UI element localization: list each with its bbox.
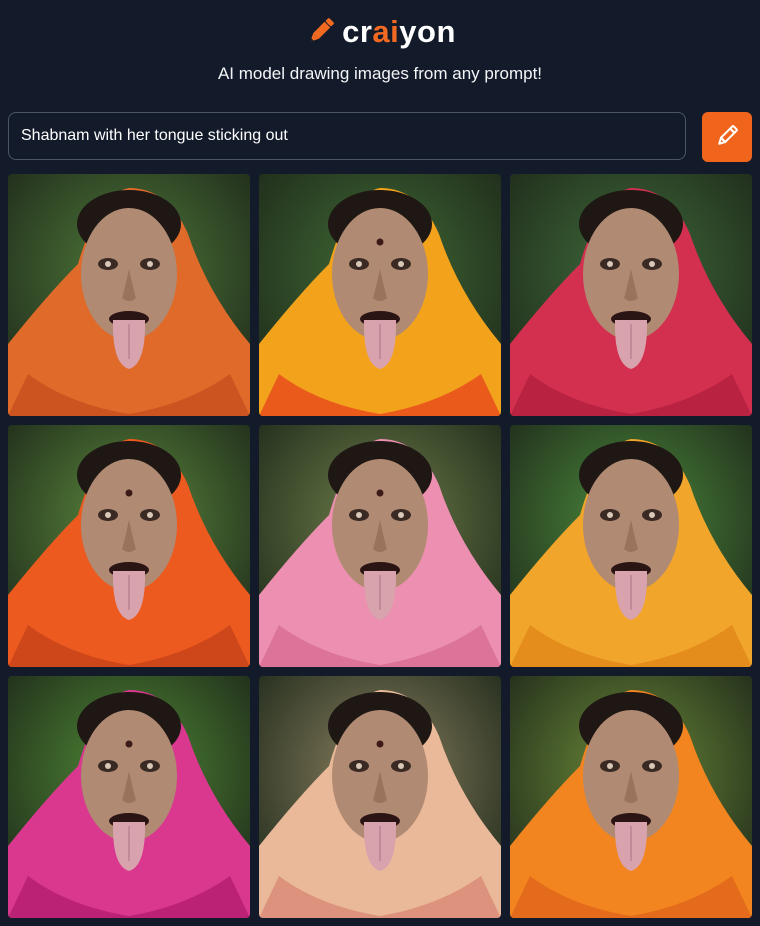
result-image[interactable] xyxy=(8,174,250,416)
craiyon-logo[interactable]: craiyon xyxy=(0,10,760,52)
prompt-input[interactable] xyxy=(8,112,686,160)
prompt-row xyxy=(8,112,752,162)
result-image[interactable] xyxy=(8,425,250,667)
result-image[interactable] xyxy=(8,676,250,918)
result-image[interactable] xyxy=(510,174,752,416)
tagline: AI model drawing images from any prompt! xyxy=(217,64,543,83)
result-image[interactable] xyxy=(259,425,501,667)
logo-wordmark: craiyon xyxy=(342,13,456,49)
result-image[interactable] xyxy=(510,676,752,918)
pencil-logo-icon xyxy=(304,14,338,48)
result-image[interactable] xyxy=(259,676,501,918)
result-grid xyxy=(8,174,752,918)
pencil-icon xyxy=(714,123,740,152)
result-image[interactable] xyxy=(259,174,501,416)
result-image[interactable] xyxy=(510,425,752,667)
draw-button[interactable] xyxy=(702,112,752,162)
